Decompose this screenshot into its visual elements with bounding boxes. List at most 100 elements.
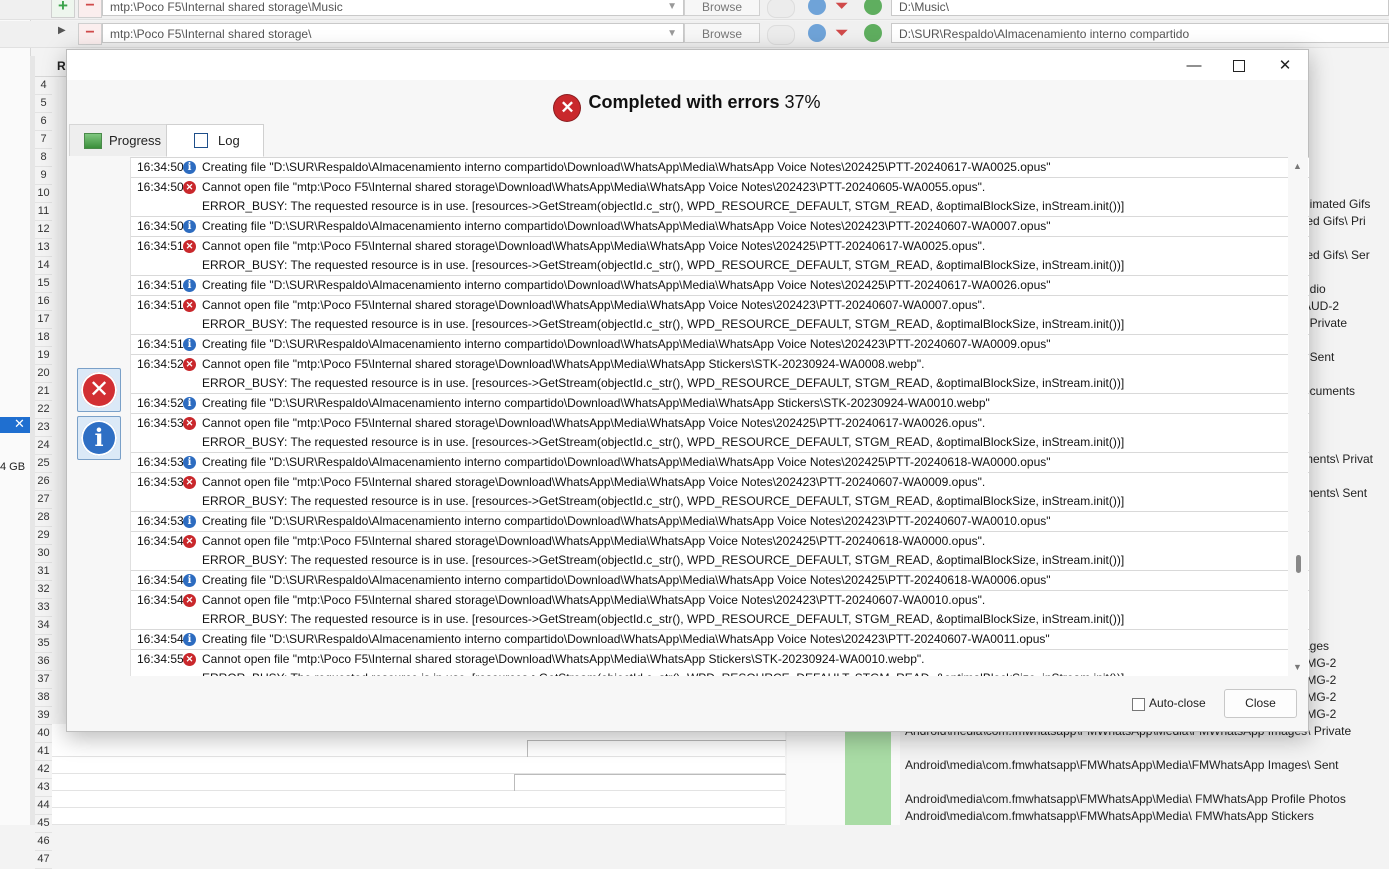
maximize-icon[interactable] <box>1216 54 1262 78</box>
log-message: Creating file "D:\SUR\Respaldo\Almacenam… <box>202 396 990 410</box>
row-number: 44 <box>35 797 52 815</box>
log-entry-error[interactable]: 16:34:52 ✕ Cannot open file "mtp:\Poco F5\… <box>131 355 1309 394</box>
row-number: 4 <box>35 77 52 95</box>
filter-icon[interactable]: ⏷ <box>835 0 849 16</box>
log-entry-info[interactable]: 16:34:51 i Creating file "D:\SUR\Respaldo\… <box>131 276 1309 296</box>
file-list-item[interactable]: \ Private <box>1303 315 1389 332</box>
browse-button[interactable]: Browse <box>684 23 760 43</box>
table-row[interactable] <box>52 757 785 774</box>
log-timestamp: 16:34:54 <box>137 534 184 548</box>
chevron-down-icon[interactable]: ▼ <box>667 24 677 44</box>
file-list-item[interactable]: udio <box>1303 281 1389 298</box>
scroll-up-icon[interactable]: ▲ <box>1293 161 1302 171</box>
info-icon: i <box>183 220 196 233</box>
log-entry-error[interactable]: 16:34:53 ✕ Cannot open file "mtp:\Poco F5\… <box>131 473 1309 512</box>
log-entry-info[interactable]: 16:34:53 i Creating file "D:\SUR\Respaldo\… <box>131 453 1309 473</box>
cloud-icon[interactable] <box>767 0 795 18</box>
file-list-item[interactable]: IMG-2 <box>1303 672 1389 689</box>
file-list-item[interactable]: nimated Gifs <box>1303 196 1389 213</box>
log-entry-info[interactable]: 16:34:50 i Creating file "D:\SUR\Respaldo\… <box>131 217 1309 237</box>
left-folder-path[interactable]: mtp:\Poco F5\Internal shared storage\ ▼ <box>102 23 684 43</box>
scroll-down-icon[interactable]: ▼ <box>1293 662 1302 672</box>
add-pair-button[interactable]: + <box>51 0 75 18</box>
file-list-item[interactable]: ages <box>1303 638 1389 655</box>
remove-pair-button[interactable]: − <box>78 23 102 45</box>
file-list-item[interactable]: ments\ Sent <box>1303 485 1389 502</box>
log-entry-error[interactable]: 16:34:54 ✕ Cannot open file "mtp:\Poco F5\… <box>131 532 1309 571</box>
log-scrollbar[interactable]: ▲ ▼ <box>1288 157 1308 676</box>
left-folder-path[interactable]: mtp:\Poco F5\Internal shared storage\Mus… <box>102 0 684 16</box>
log-entry-error[interactable]: 16:34:54 ✕ Cannot open file "mtp:\Poco F5\… <box>131 591 1309 630</box>
row-number: 5 <box>35 95 52 113</box>
log-entry-info[interactable]: 16:34:54 i Creating file "D:\SUR\Respaldo\… <box>131 630 1309 650</box>
log-line: 16:34:51 i Creating file "D:\SUR\Respaldo\… <box>131 335 1309 354</box>
left-panel: ✕ ✕ 4 GB <box>0 0 31 825</box>
auto-close-label: Auto-close <box>1149 696 1206 710</box>
tab-progress[interactable]: Progress <box>69 124 167 156</box>
log-entry-info[interactable]: 16:34:50 i Creating file "D:\SUR\Respaldo\… <box>131 158 1309 178</box>
sync-settings-icon[interactable] <box>864 24 882 42</box>
log-entry-info[interactable]: 16:34:51 i Creating file "D:\SUR\Respaldo\… <box>131 335 1309 355</box>
chevron-right-icon[interactable]: ▶ <box>58 25 66 36</box>
file-list-item[interactable]: ments\ Privat <box>1303 451 1389 468</box>
file-list-item[interactable]: IMG-2 <box>1303 689 1389 706</box>
gear-icon[interactable] <box>808 0 826 15</box>
log-entry-info[interactable]: 16:34:54 i Creating file "D:\SUR\Respaldo\… <box>131 571 1309 591</box>
log-entry-error[interactable]: 16:34:53 ✕ Cannot open file "mtp:\Poco F5\… <box>131 414 1309 453</box>
log-entry-info[interactable]: 16:34:52 i Creating file "D:\SUR\Respaldo\… <box>131 394 1309 414</box>
cloud-icon[interactable] <box>767 25 795 45</box>
file-list-item[interactable]: \ Sent <box>1303 349 1389 366</box>
minimize-icon[interactable]: — <box>1171 54 1217 78</box>
progress-tab-icon <box>84 133 102 149</box>
gear-icon[interactable] <box>808 24 826 42</box>
log-entry-error[interactable]: 16:34:51 ✕ Cannot open file "mtp:\Poco F5\… <box>131 237 1309 276</box>
error-filter-button[interactable]: ✕ <box>77 368 121 412</box>
right-folder-path[interactable]: D:\SUR\Respaldo\Almacenamiento interno c… <box>891 23 1389 43</box>
row-number: 41 <box>35 743 52 761</box>
row-number: 32 <box>35 581 52 599</box>
log-error-detail: ERROR_BUSY: The requested resource is in… <box>202 435 1125 449</box>
info-icon: i <box>183 515 196 528</box>
remove-pair-button[interactable]: − <box>78 0 102 18</box>
chevron-down-icon[interactable]: ▼ <box>667 0 677 17</box>
table-row[interactable] <box>52 808 785 825</box>
close-icon[interactable]: ✕ <box>1262 54 1308 78</box>
right-folder-path[interactable]: D:\Music\ <box>891 0 1389 16</box>
file-list-item[interactable]: IMG-2 <box>1303 655 1389 672</box>
error-icon: ✕ <box>183 653 196 666</box>
log-message: Cannot open file "mtp:\Poco F5\Internal … <box>202 298 986 312</box>
scroll-thumb[interactable] <box>1296 555 1301 573</box>
log-list[interactable]: 16:34:50 i Creating file "D:\SUR\Respaldo\… <box>130 157 1309 677</box>
log-timestamp: 16:34:50 <box>137 219 184 233</box>
auto-close-checkbox[interactable] <box>1132 698 1145 711</box>
sync-settings-icon[interactable] <box>864 0 882 15</box>
file-list-item[interactable]: Android\media\com.fmwhatsapp\FMWhatsApp\… <box>905 808 1314 825</box>
row-number: 37 <box>35 671 52 689</box>
log-entry-error[interactable]: 16:34:51 ✕ Cannot open file "mtp:\Poco F5\… <box>131 296 1309 335</box>
row-number: 26 <box>35 473 52 491</box>
table-row[interactable] <box>52 774 786 791</box>
file-list-item[interactable]: Android\media\com.fmwhatsapp\FMWhatsApp\… <box>905 757 1339 774</box>
log-entry-error[interactable]: 16:34:50 ✕ Cannot open file "mtp:\Poco F5\… <box>131 178 1309 217</box>
log-entry-error[interactable]: 16:34:55 ✕ Cannot open file "mtp:\Poco F5\… <box>131 650 1309 677</box>
file-list-item[interactable]: AUD-2 <box>1303 298 1389 315</box>
file-list-item[interactable]: Android\media\com.fmwhatsapp\FMWhatsApp\… <box>905 791 1346 808</box>
info-filter-button[interactable]: i <box>77 416 121 460</box>
browse-button[interactable]: Browse <box>684 0 760 16</box>
table-row[interactable] <box>52 791 785 808</box>
file-list-item[interactable]: ted Gifs\ Ser <box>1303 247 1389 264</box>
file-list-item[interactable]: ted Gifs\ Pri <box>1303 213 1389 230</box>
close-icon[interactable]: ✕ <box>14 416 25 432</box>
log-message: Cannot open file "mtp:\Poco F5\Internal … <box>202 534 986 548</box>
filter-icon[interactable]: ⏷ <box>835 23 849 43</box>
tab-log[interactable]: Log <box>166 124 264 157</box>
log-line: 16:34:51 i Creating file "D:\SUR\Respaldo\… <box>131 276 1309 295</box>
file-list-item[interactable]: ocuments <box>1303 383 1389 400</box>
log-timestamp: 16:34:53 <box>137 514 184 528</box>
close-button[interactable]: Close <box>1224 689 1297 718</box>
log-timestamp: 16:34:52 <box>137 357 184 371</box>
log-entry-info[interactable]: 16:34:53 i Creating file "D:\SUR\Respaldo\… <box>131 512 1309 532</box>
column-header[interactable]: R <box>57 59 66 73</box>
file-list-item[interactable]: IMG-2 <box>1303 706 1389 723</box>
table-row[interactable] <box>52 740 786 757</box>
